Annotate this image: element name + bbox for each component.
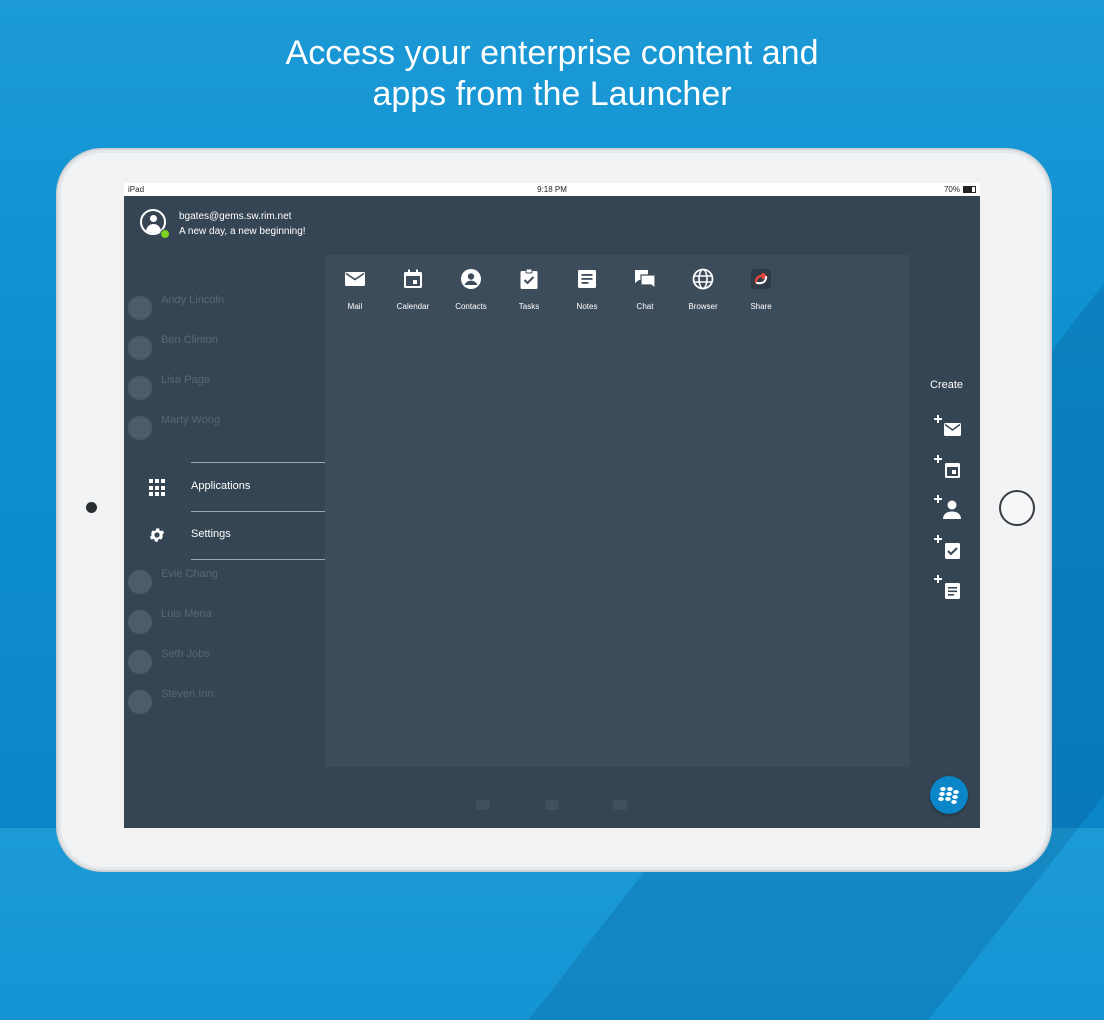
battery-icon <box>963 186 976 193</box>
app-browser[interactable]: Browser <box>674 267 732 311</box>
notes-icon <box>578 270 596 288</box>
blackberry-launcher-button[interactable] <box>930 776 968 814</box>
contact-name: Luis Mena <box>161 608 212 620</box>
tasks-icon <box>520 268 538 289</box>
profile-tagline: A new day, a new beginning! <box>179 226 306 237</box>
share-icon <box>751 269 771 289</box>
app-label: Calendar <box>396 302 430 311</box>
avatar <box>128 336 152 360</box>
home-button[interactable] <box>999 490 1035 526</box>
tab-chat-icon <box>545 800 559 810</box>
app-share[interactable]: Share <box>732 267 790 311</box>
app-calendar[interactable]: Calendar <box>384 267 442 311</box>
app-contacts[interactable]: Contacts <box>442 267 500 311</box>
new-note-icon[interactable] <box>934 573 964 603</box>
avatar <box>128 610 152 634</box>
app-notes[interactable]: Notes <box>558 267 616 311</box>
app-label: Browser <box>688 302 718 311</box>
contact-name: Lisa Page <box>161 374 210 386</box>
presence-indicator <box>160 229 170 239</box>
nav-item-label: Settings <box>191 528 231 540</box>
blackberry-logo-icon <box>938 787 959 804</box>
applications-panel: Mail Calendar Contacts Tasks Notes Chat … <box>325 255 910 767</box>
chat-icon <box>635 270 656 290</box>
avatar <box>128 296 152 320</box>
avatar <box>128 690 152 714</box>
new-mail-icon[interactable] <box>934 413 964 443</box>
contact-name: Marty Wong <box>161 414 221 426</box>
app-label: Chat <box>636 302 654 311</box>
profile-header[interactable]: bgates@gems.sw.rim.net A new day, a new … <box>124 196 980 246</box>
status-bar: iPad 9:18 PM 70% <box>124 183 980 196</box>
app-mail[interactable]: Mail <box>326 267 384 311</box>
contact-name: Steven Inn <box>161 688 214 700</box>
nav-item-label: Applications <box>191 480 251 492</box>
contact-name: Ben Clinton <box>161 334 218 346</box>
calendar-icon <box>404 269 422 288</box>
contact-name: Andy Lincoln <box>161 294 224 306</box>
gear-icon <box>149 528 165 542</box>
headline: Access your enterprise content and apps … <box>0 33 1104 115</box>
nav-item-settings[interactable]: Settings <box>124 512 325 558</box>
contact-name: Seth Jobs <box>161 648 210 660</box>
grid-icon <box>148 478 168 498</box>
launcher-screen: iPad 9:18 PM 70% Andy Lincoln Ben Clinto… <box>124 183 980 828</box>
app-chat[interactable]: Chat <box>616 267 674 311</box>
headline-line-1: Access your enterprise content and <box>285 34 819 72</box>
status-time: 9:18 PM <box>537 185 567 194</box>
divider <box>191 559 325 560</box>
contact-name: Evie Chang <box>161 568 218 580</box>
divider <box>191 462 325 463</box>
app-label: Contacts <box>455 302 487 311</box>
contacts-icon <box>461 269 481 289</box>
camera <box>86 502 97 513</box>
app-label: Share <box>750 302 772 311</box>
new-task-icon[interactable] <box>934 533 964 563</box>
app-tasks[interactable]: Tasks <box>500 267 558 311</box>
new-event-icon[interactable] <box>934 453 964 483</box>
avatar <box>128 650 152 674</box>
tab-profile-icon <box>613 800 627 810</box>
nav-item-applications[interactable]: Applications <box>124 464 325 510</box>
mail-icon <box>345 272 365 286</box>
profile-email: bgates@gems.sw.rim.net <box>179 211 292 222</box>
globe-icon <box>692 268 714 290</box>
create-title: Create <box>930 379 964 391</box>
app-label: Notes <box>576 302 598 311</box>
app-label: Tasks <box>518 302 540 311</box>
battery-percent: 70% <box>943 185 960 194</box>
avatar <box>128 376 152 400</box>
avatar <box>128 416 152 440</box>
avatar <box>128 570 152 594</box>
tab-contacts-icon <box>476 800 490 810</box>
headline-line-2: apps from the Launcher <box>372 75 732 113</box>
new-contact-icon[interactable] <box>934 493 964 523</box>
app-label: Mail <box>347 302 363 311</box>
battery-status: 70% <box>944 183 976 196</box>
